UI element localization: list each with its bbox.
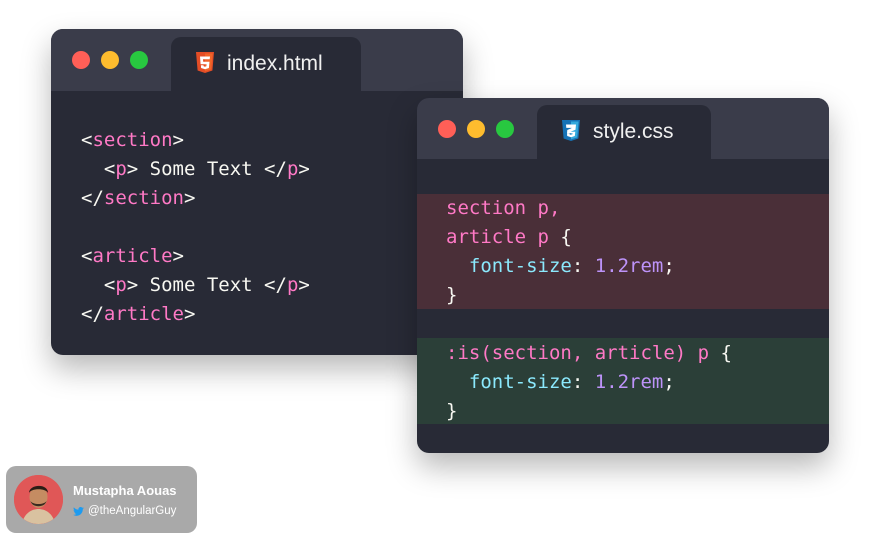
avatar bbox=[14, 475, 63, 524]
code-token: :is(section, article) p bbox=[446, 342, 710, 364]
code-line: </article> bbox=[81, 300, 310, 329]
author-card[interactable]: Mustapha Aouas @theAngularGuy bbox=[6, 466, 197, 533]
minimize-window-button[interactable] bbox=[467, 120, 485, 138]
code-token: section p, bbox=[446, 197, 561, 219]
code-token: < bbox=[81, 158, 116, 180]
html-code-block: <section> <p> Some Text </p> </section> <a… bbox=[81, 126, 310, 329]
code-token: > bbox=[172, 129, 184, 151]
html-editor-window: index.html <section> <p> Some Text </p> <… bbox=[51, 29, 463, 355]
author-name: Mustapha Aouas bbox=[73, 483, 177, 498]
code-line: font-size: 1.2rem; bbox=[446, 368, 732, 397]
code-line: </section> bbox=[81, 184, 310, 213]
twitter-icon bbox=[73, 506, 84, 516]
code-token: : bbox=[571, 255, 595, 277]
code-token: { bbox=[548, 226, 572, 248]
tab-style-css[interactable]: style.css bbox=[537, 105, 711, 159]
code-line: font-size: 1.2rem; bbox=[446, 252, 675, 281]
code-line: } bbox=[446, 397, 732, 426]
code-token: font-size bbox=[468, 371, 572, 393]
css-old-block: section p, article p { font-size: 1.2rem;… bbox=[446, 194, 675, 310]
code-token: > bbox=[298, 274, 310, 296]
code-token: p bbox=[115, 274, 127, 296]
css-editor-window: style.css section p, article p { font-siz… bbox=[417, 98, 829, 453]
code-token: > bbox=[183, 303, 196, 325]
code-token: < bbox=[81, 245, 93, 267]
tab-index-html[interactable]: index.html bbox=[171, 37, 361, 91]
code-token: section bbox=[92, 129, 173, 151]
css3-icon bbox=[562, 120, 580, 141]
maximize-window-button[interactable] bbox=[130, 51, 148, 69]
avatar-portrait-icon bbox=[14, 475, 63, 524]
code-line: section p, bbox=[446, 194, 675, 223]
code-line: } bbox=[446, 281, 675, 310]
code-token: : bbox=[571, 371, 595, 393]
code-token: font-size bbox=[468, 255, 572, 277]
code-token: 1.2rem bbox=[594, 255, 664, 277]
code-line: <p> Some Text </p> bbox=[81, 155, 310, 184]
code-token: article bbox=[103, 303, 184, 325]
code-token: { bbox=[709, 342, 732, 364]
code-token: } bbox=[446, 400, 458, 422]
code-line: <section> bbox=[81, 126, 310, 155]
code-token: > bbox=[183, 187, 196, 209]
code-token: p bbox=[286, 158, 299, 180]
code-token: > Some Text </ bbox=[126, 274, 287, 296]
maximize-window-button[interactable] bbox=[496, 120, 514, 138]
code-token: ; bbox=[663, 255, 675, 277]
css-new-block: :is(section, article) p { font-size: 1.2… bbox=[446, 339, 732, 426]
code-token: </ bbox=[81, 187, 104, 209]
code-token: < bbox=[81, 274, 116, 296]
code-token: ; bbox=[663, 371, 675, 393]
author-handle: @theAngularGuy bbox=[88, 505, 177, 517]
title-bar: style.css bbox=[417, 98, 829, 159]
code-token: < bbox=[81, 129, 93, 151]
code-token: 1.2rem bbox=[594, 371, 664, 393]
code-token: > Some Text </ bbox=[126, 158, 287, 180]
code-token: article p bbox=[446, 226, 549, 248]
code-line: <p> Some Text </p> bbox=[81, 271, 310, 300]
code-token: } bbox=[446, 284, 458, 306]
minimize-window-button[interactable] bbox=[101, 51, 119, 69]
code-token: > bbox=[172, 245, 184, 267]
code-token: p bbox=[115, 158, 127, 180]
code-token: section bbox=[103, 187, 184, 209]
code-token: p bbox=[286, 274, 299, 296]
code-line: article p { bbox=[446, 223, 675, 252]
author-handle-row[interactable]: @theAngularGuy bbox=[73, 505, 176, 517]
tab-label: index.html bbox=[227, 52, 323, 75]
close-window-button[interactable] bbox=[72, 51, 90, 69]
close-window-button[interactable] bbox=[438, 120, 456, 138]
code-token: article bbox=[92, 245, 173, 267]
code-token: > bbox=[298, 158, 310, 180]
code-line: <article> bbox=[81, 242, 310, 271]
code-token: </ bbox=[81, 303, 104, 325]
code-line: :is(section, article) p { bbox=[446, 339, 732, 368]
title-bar: index.html bbox=[51, 29, 463, 91]
tab-label: style.css bbox=[593, 120, 674, 143]
html5-icon bbox=[196, 52, 214, 73]
